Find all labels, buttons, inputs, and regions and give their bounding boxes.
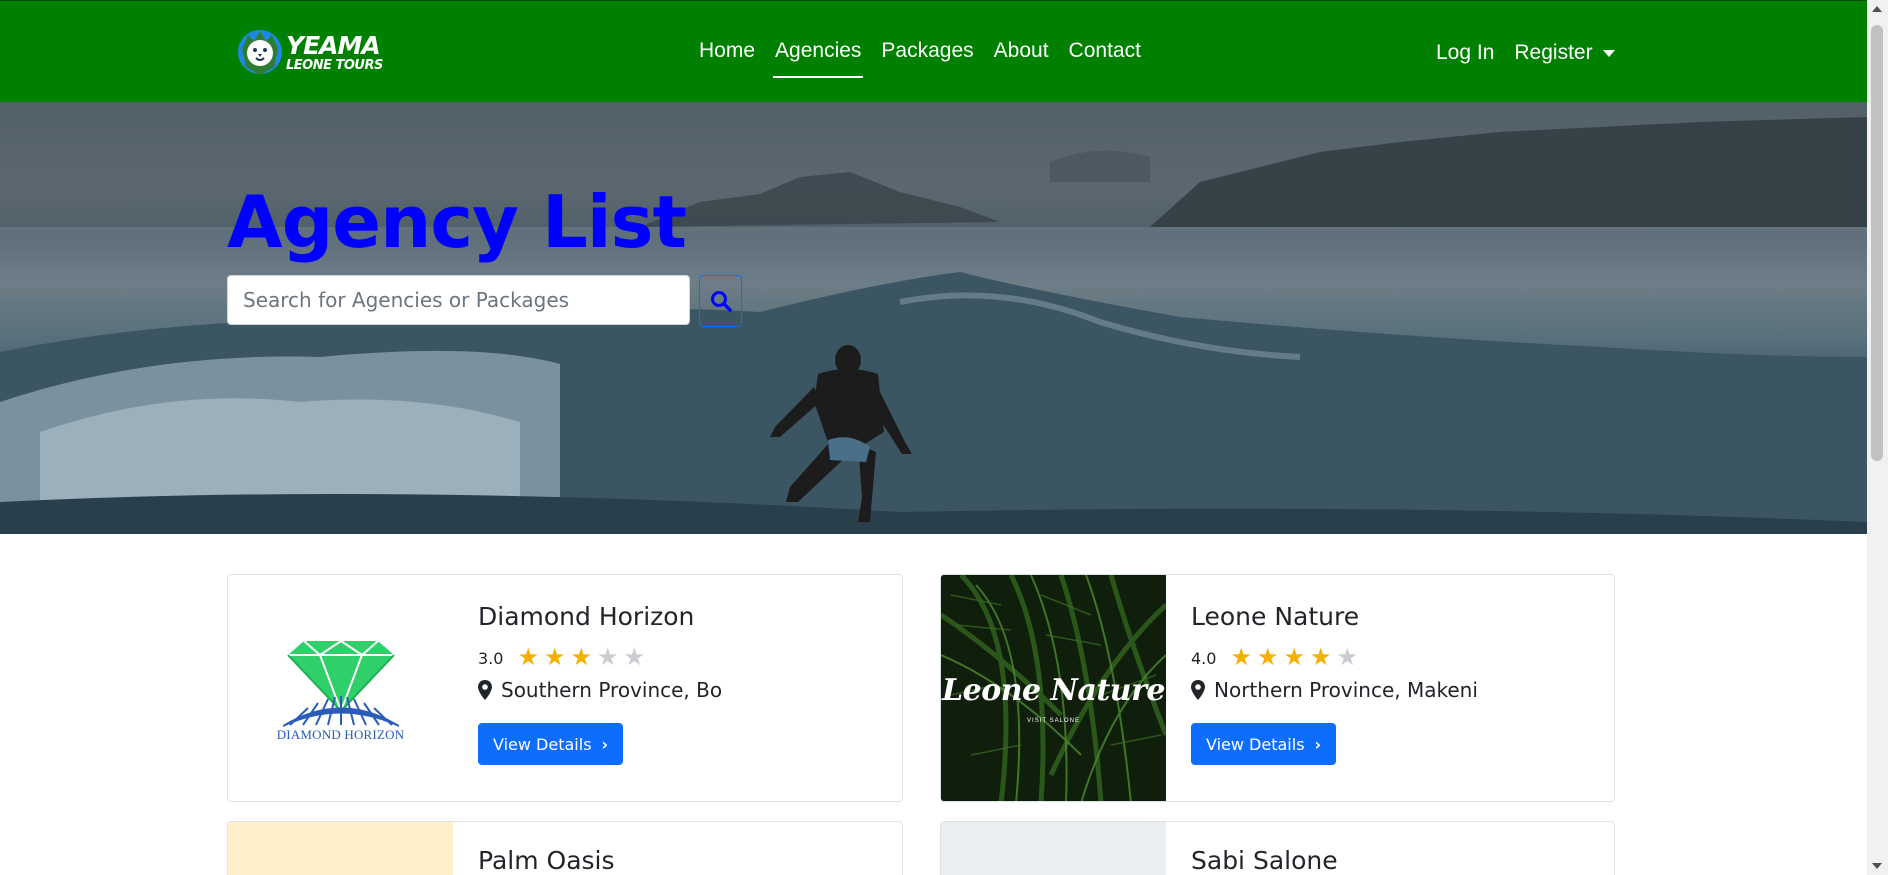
rating-value: 4.0 [1191,648,1217,668]
nav-about[interactable]: About [984,1,1059,101]
lion-logo-icon [238,30,282,75]
agency-logo: Leone Nature VISIT SALONE [941,575,1169,801]
agency-location: Northern Province, Makeni [1191,678,1478,702]
agency-name: Sabi Salone [1191,846,1338,875]
agency-location: Southern Province, Bo [478,678,722,702]
agency-logo [941,822,1166,875]
agency-card: DIAMOND HORIZON Diamond Horizon 3.0 ★ ★ … [227,574,903,802]
agency-rating: 4.0 ★ ★ ★ ★ ★ [1191,646,1363,670]
account-nav: Log In Register [1426,1,1625,105]
register-label: Register [1514,41,1593,64]
brand-name: YEAMA [286,30,381,60]
view-details-label: View Details [493,734,592,754]
hero-banner: Agency List [0,102,1867,534]
agency-card: Palm Oasis [227,821,903,875]
agency-logo-text: Leone Nature [942,673,1165,708]
scroll-down-icon[interactable] [1872,863,1882,869]
star-empty-icon: ★ [623,644,646,671]
location-text: Northern Province, Makeni [1214,678,1478,702]
agency-logo [228,822,453,875]
agency-logo-subtext: VISIT SALONE [1027,718,1080,724]
search-button[interactable] [699,275,742,327]
agency-card: Sabi Salone [940,821,1615,875]
nav-packages[interactable]: Packages [871,1,983,101]
nav-agencies[interactable]: Agencies [765,1,871,101]
agency-logo: DIAMOND HORIZON [228,575,453,801]
view-details-label: View Details [1206,734,1305,754]
caret-down-icon [1602,49,1615,57]
rating-value: 3.0 [478,648,504,668]
location-text: Southern Province, Bo [501,678,723,702]
star-filled-icon: ★ [517,644,539,671]
map-pin-icon [478,680,492,700]
agency-name: Leone Nature [1191,602,1360,631]
agency-logo-text: DIAMOND HORIZON [276,727,405,742]
map-pin-icon [1191,680,1205,700]
view-details-button[interactable]: View Details › [478,723,624,765]
main-nav: Home Agencies Packages About Contact [689,1,1151,101]
agency-name: Palm Oasis [478,846,615,875]
agency-name: Diamond Horizon [478,602,695,631]
view-details-button[interactable]: View Details › [1191,723,1337,765]
brand-logo-link[interactable]: YEAMA LEONE TOURS [236,27,383,77]
page-title: Agency List [227,180,687,264]
nav-contact[interactable]: Contact [1059,1,1151,101]
diamond-logo-icon [283,639,399,727]
star-filled-icon: ★ [570,644,592,671]
star-filled-icon: ★ [1310,644,1332,671]
agency-rating: 3.0 ★ ★ ★ ★ ★ [478,646,650,670]
page-scrollbar[interactable] [1867,0,1888,875]
register-dropdown[interactable]: Register [1504,3,1624,103]
star-empty-icon: ★ [597,644,619,671]
scroll-up-icon[interactable] [1872,6,1882,12]
star-filled-icon: ★ [1283,644,1305,671]
agency-card: Leone Nature VISIT SALONE Leone Nature 4… [940,574,1615,802]
star-filled-icon: ★ [1230,644,1252,671]
chevron-right-icon: › [601,734,609,754]
star-filled-icon: ★ [543,644,566,671]
search-input[interactable] [227,275,690,325]
star-filled-icon: ★ [1256,644,1279,671]
brand-subtitle: LEONE TOURS [286,57,383,73]
navbar: YEAMA LEONE TOURS Home Agencies Packages… [0,0,1867,102]
nav-home[interactable]: Home [689,1,765,101]
scroll-thumb[interactable] [1871,25,1883,461]
chevron-right-icon: › [1314,734,1322,754]
search-icon [710,291,732,312]
login-link[interactable]: Log In [1426,3,1504,103]
star-empty-icon: ★ [1336,644,1359,671]
